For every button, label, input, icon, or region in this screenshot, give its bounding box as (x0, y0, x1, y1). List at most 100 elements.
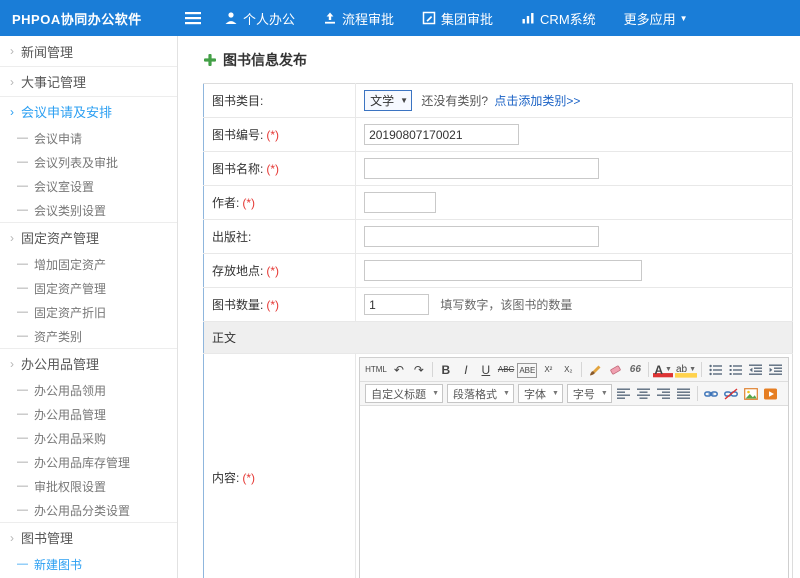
sidebar-group[interactable]: ›办公用品管理 (0, 348, 177, 378)
font-color-icon[interactable]: A▼ (653, 360, 673, 379)
sidebar-item-label: 审批权限设置 (34, 478, 106, 495)
sidebar-item[interactable]: —办公用品库存管理 (0, 450, 177, 474)
sidebar-group-label: 大事记管理 (21, 72, 86, 91)
sidebar-item[interactable]: —会议室设置 (0, 174, 177, 198)
sidebar-group[interactable]: › 固定资产管理 (0, 222, 177, 252)
sidebar-item-label: 会议申请 (34, 130, 82, 147)
nav-item[interactable]: 流程审批 (323, 9, 394, 28)
sidebar-group[interactable]: ›会议申请及安排 (0, 96, 177, 126)
sidebar-item[interactable]: —会议列表及审批 (0, 150, 177, 174)
sidebar-item[interactable]: —办公用品管理 (0, 402, 177, 426)
align-center-icon[interactable] (635, 384, 653, 403)
align-justify-icon[interactable] (675, 384, 693, 403)
redo-icon[interactable]: ↷ (410, 360, 428, 379)
sidebar-group[interactable]: ›图书管理 (0, 522, 177, 552)
undo-icon[interactable]: ↶ (390, 360, 408, 379)
nav-item-label: CRM系统 (540, 9, 596, 28)
html-source-button[interactable]: HTML (364, 360, 388, 379)
sidebar-item[interactable]: —新建图书 (0, 552, 177, 576)
dash-icon: — (17, 408, 28, 420)
field-label: 作者: (212, 196, 239, 210)
sidebar-item-label: 办公用品领用 (34, 382, 106, 399)
link-icon[interactable] (702, 384, 720, 403)
page-title-text: 图书信息发布 (223, 50, 307, 70)
align-right-icon[interactable] (655, 384, 673, 403)
italic-icon[interactable]: I (457, 360, 475, 379)
unordered-list-icon[interactable] (706, 360, 724, 379)
font-family-select[interactable]: 字体▼ (518, 384, 563, 403)
nav-item[interactable]: 个人办公 (224, 9, 295, 28)
chevron-right-icon: › (10, 232, 14, 244)
image-icon[interactable] (742, 384, 760, 403)
media-icon[interactable] (762, 384, 780, 403)
chevron-right-icon: › (10, 76, 14, 88)
sidebar: ›新闻管理›大事记管理›会议申请及安排—会议申请—会议列表及审批—会议室设置—会… (0, 36, 178, 578)
topnav: 个人办公 流程审批 集团审批 CRM系统 更多应用▼ (224, 9, 716, 28)
unlink-icon[interactable] (722, 384, 740, 403)
sidebar-item-label: 会议列表及审批 (34, 154, 118, 171)
hamburger-menu-icon[interactable] (178, 11, 208, 25)
sidebar-group[interactable]: ›新闻管理 (0, 36, 177, 66)
sidebar-item-label: 办公用品分类设置 (34, 502, 130, 519)
align-left-icon[interactable] (615, 384, 633, 403)
sidebar-item[interactable]: — 办公用品分类设置 (0, 498, 177, 522)
sidebar-item[interactable]: —增加固定资产 (0, 252, 177, 276)
sidebar-item-label: 固定资产管理 (34, 280, 106, 297)
caret-down-icon: ▼ (503, 390, 510, 397)
sidebar-item[interactable]: —资产类别 (0, 324, 177, 348)
sidebar-item[interactable]: — 会议申请 (0, 126, 177, 150)
add-category-link[interactable]: 点击添加类别>> (494, 94, 580, 108)
section-header: 正文 (204, 322, 793, 354)
publisher-input[interactable] (364, 226, 599, 247)
location-input[interactable] (364, 260, 642, 281)
editor-toolbar-row2: 自定义标题▼段落格式▼字体▼字号▼ (360, 382, 788, 406)
sidebar-group-label: 固定资产管理 (21, 228, 99, 247)
outdent-icon[interactable] (746, 360, 764, 379)
sidebar-item[interactable]: —会议类别设置 (0, 198, 177, 222)
sidebar-group[interactable]: › 大事记管理 (0, 66, 177, 96)
dash-icon: — (17, 180, 28, 192)
paragraph-format-select[interactable]: 段落格式▼ (447, 384, 514, 403)
topbar: PHPOA协同办公软件 个人办公流程审批集团审批CRM系统更多应用▼ (0, 0, 800, 36)
book-number-input[interactable] (364, 124, 519, 145)
sidebar-item[interactable]: —固定资产管理 (0, 276, 177, 300)
chevron-right-icon: › (10, 45, 14, 57)
ordered-list-icon[interactable] (726, 360, 744, 379)
editor-toolbar-row1: HTML↶↷ BIUABCABEX²X₂ 66 A▼ab▼ (360, 358, 788, 382)
page-body: ›新闻管理›大事记管理›会议申请及安排—会议申请—会议列表及审批—会议室设置—会… (0, 36, 800, 578)
sidebar-item[interactable]: —办公用品领用 (0, 378, 177, 402)
sidebar-item-label: 办公用品采购 (34, 430, 106, 447)
superscript-icon[interactable]: X² (539, 360, 557, 379)
toolbar-separator (432, 362, 433, 377)
editor-content-area[interactable] (360, 406, 788, 578)
dash-icon: — (17, 504, 28, 516)
toolbar-separator (697, 386, 698, 401)
strikethrough-icon[interactable]: ABC (497, 360, 515, 379)
category-select[interactable]: 文学 ▼ (364, 90, 412, 111)
book-form: 图书类目: 文学 ▼ 还没有类别? 点击添加类别>> 图书编号:(*) 图书名称… (203, 83, 793, 578)
custom-heading-select[interactable]: 自定义标题▼ (365, 384, 443, 403)
dash-icon: — (17, 132, 28, 144)
highlight-color-icon[interactable]: ab▼ (675, 360, 697, 379)
border-text-icon[interactable]: ABE (517, 363, 537, 378)
blockquote-icon[interactable]: 66 (626, 360, 644, 379)
sidebar-item[interactable]: —审批权限设置 (0, 474, 177, 498)
book-name-input[interactable] (364, 158, 599, 179)
format-brush-icon[interactable] (586, 360, 604, 379)
quantity-input[interactable] (364, 294, 429, 315)
nav-item[interactable]: 集团审批 (422, 9, 493, 28)
sidebar-item-label: 会议类别设置 (34, 202, 106, 219)
nav-item[interactable]: 更多应用▼ (624, 9, 688, 28)
indent-icon[interactable] (766, 360, 784, 379)
bold-icon[interactable]: B (437, 360, 455, 379)
subscript-icon[interactable]: X₂ (559, 360, 577, 379)
dash-icon: — (17, 558, 28, 570)
sidebar-item[interactable]: —固定资产折旧 (0, 300, 177, 324)
nav-item[interactable]: CRM系统 (521, 9, 596, 28)
eraser-icon[interactable] (606, 360, 624, 379)
sidebar-item[interactable]: —办公用品采购 (0, 426, 177, 450)
underline-icon[interactable]: U (477, 360, 495, 379)
font-size-select[interactable]: 字号▼ (567, 384, 612, 403)
author-input[interactable] (364, 192, 436, 213)
form-row-number: 图书编号:(*) (204, 118, 793, 152)
